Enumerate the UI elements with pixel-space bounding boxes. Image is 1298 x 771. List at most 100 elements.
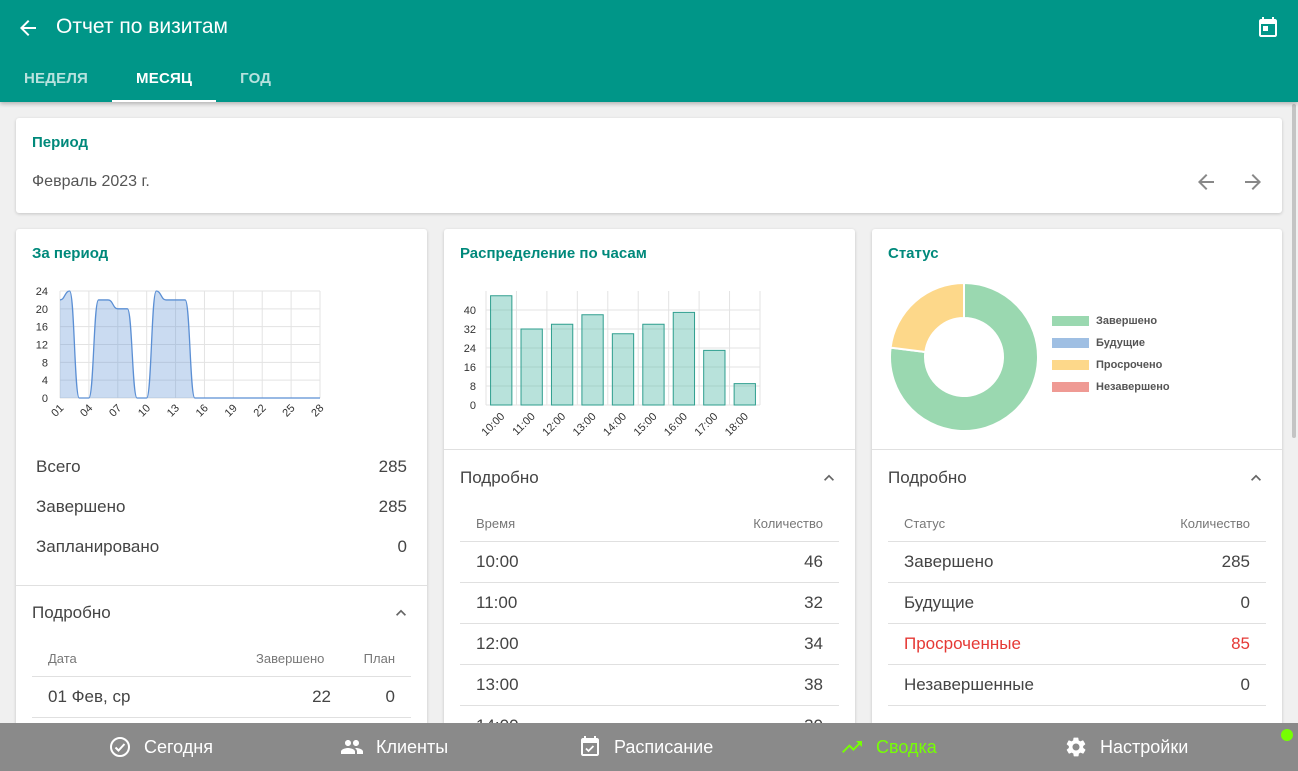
people-icon bbox=[341, 740, 363, 754]
status-title: Статус bbox=[888, 245, 939, 262]
hours-title: Распределение по часам bbox=[460, 245, 647, 262]
table-header: Время Количество bbox=[460, 506, 839, 542]
y-tick-label: 40 bbox=[464, 305, 476, 317]
divider bbox=[872, 449, 1282, 450]
table-row: Завершено 285 bbox=[888, 542, 1266, 583]
nav-label: Расписание bbox=[614, 736, 714, 757]
chevron-up-icon bbox=[824, 474, 834, 481]
details-title: Подробно bbox=[460, 468, 539, 487]
col-date: Дата bbox=[48, 651, 77, 666]
row-count: 85 bbox=[1231, 634, 1250, 653]
row-count: 46 bbox=[804, 552, 823, 571]
tab-month[interactable]: МЕСЯЦ bbox=[112, 54, 217, 102]
y-tick-label: 20 bbox=[36, 304, 48, 316]
nav-label: Сводка bbox=[876, 736, 937, 757]
details-title: Подробно bbox=[888, 468, 967, 487]
nav-settings[interactable]: Настройки bbox=[1064, 723, 1188, 771]
tab-week[interactable]: НЕДЕЛЯ bbox=[0, 54, 112, 102]
pie-slice bbox=[889, 281, 965, 354]
legend-item: Завершено bbox=[1052, 315, 1157, 327]
tab-year[interactable]: ГОД bbox=[216, 54, 295, 102]
next-period-icon[interactable] bbox=[1241, 170, 1265, 194]
nav-label: Настройки bbox=[1100, 736, 1189, 757]
x-tick-label: 22 bbox=[252, 402, 269, 419]
calendar-check-icon bbox=[581, 736, 599, 756]
x-tick-label: 17:00 bbox=[693, 411, 721, 437]
table-header: Дата Завершено План bbox=[32, 641, 411, 677]
details-toggle[interactable]: Подробно bbox=[460, 463, 839, 493]
nav-summary[interactable]: Сводка bbox=[840, 723, 937, 771]
visits-area-chart: 0481216202401 04 07 10 13 16 19 22 25 28 bbox=[36, 286, 327, 419]
divider bbox=[16, 585, 427, 586]
x-tick-label: 14:00 bbox=[601, 411, 629, 437]
legend-swatch bbox=[1052, 338, 1089, 348]
table-row: 12:00 34 bbox=[460, 624, 839, 665]
nav-schedule[interactable]: Расписание bbox=[578, 723, 713, 771]
scrollbar[interactable] bbox=[1292, 104, 1296, 438]
row-time: 13:00 bbox=[476, 675, 519, 694]
legend-item: Будущие bbox=[1052, 337, 1145, 349]
y-tick-label: 32 bbox=[464, 324, 476, 336]
check-circle-icon bbox=[110, 737, 130, 757]
y-tick-label: 0 bbox=[470, 400, 476, 412]
y-tick-label: 24 bbox=[36, 286, 48, 298]
bar bbox=[550, 323, 574, 406]
y-tick-label: 16 bbox=[464, 362, 476, 374]
hours-bar-chart: 0 8 16 24 32 40 10:00 11:00 12:00 13:00 14:00 15:00… bbox=[464, 291, 761, 437]
legend-label: Незавершено bbox=[1096, 381, 1170, 393]
summary-row-completed: Завершено 285 bbox=[36, 487, 407, 527]
table-row: 10:00 46 bbox=[460, 542, 839, 583]
x-tick-label: 11:00 bbox=[510, 411, 537, 437]
row-status: Будущие bbox=[904, 593, 975, 612]
row-status: Просроченные bbox=[904, 634, 1021, 653]
bar bbox=[490, 295, 513, 406]
col-status: Статус bbox=[904, 516, 946, 531]
legend-label: Будущие bbox=[1096, 337, 1146, 349]
details-toggle[interactable]: Подробно bbox=[32, 598, 411, 628]
x-tick-label: 18:00 bbox=[723, 411, 751, 437]
col-plan: План bbox=[363, 651, 395, 666]
row-completed: 22 bbox=[312, 687, 331, 706]
gear-icon bbox=[1066, 737, 1086, 757]
table-row: Просроченные 85 bbox=[888, 624, 1266, 665]
nav-clients[interactable]: Клиенты bbox=[340, 723, 448, 771]
bar bbox=[642, 323, 665, 406]
table-row: Будущие 0 bbox=[888, 583, 1266, 624]
row-time: 12:00 bbox=[476, 634, 519, 653]
y-tick-label: 8 bbox=[470, 381, 476, 393]
x-tick-label: 19 bbox=[223, 402, 240, 419]
back-arrow-icon[interactable] bbox=[16, 16, 40, 40]
period-value: Февраль 2023 г. bbox=[32, 173, 150, 190]
y-tick-label: 4 bbox=[42, 375, 48, 387]
legend-swatch bbox=[1052, 382, 1089, 392]
nav-today[interactable]: Сегодня bbox=[108, 723, 213, 771]
y-tick-label: 0 bbox=[42, 393, 48, 405]
bar bbox=[672, 311, 696, 406]
bar bbox=[581, 314, 604, 406]
summary-row-total: Всего 285 bbox=[36, 447, 407, 487]
row-time: 10:00 bbox=[476, 552, 519, 571]
y-tick-label: 24 bbox=[464, 343, 476, 355]
bar bbox=[733, 383, 756, 406]
row-count: 0 bbox=[1240, 593, 1250, 612]
trending-up-icon bbox=[842, 741, 862, 753]
row-time: 11:00 bbox=[476, 593, 518, 612]
summary-card: За период 0 4 8 12 16 20 24 01 04 07 10 13 16 19 22 25 2… bbox=[16, 229, 427, 749]
x-tick-label: 10 bbox=[136, 402, 153, 419]
page-title: Отчет по визитам bbox=[56, 15, 228, 38]
col-count: Количество bbox=[753, 516, 823, 531]
table-header: Статус Количество bbox=[888, 506, 1266, 542]
legend-swatch bbox=[1052, 316, 1089, 326]
row-status: Незавершенные bbox=[904, 675, 1034, 694]
details-toggle[interactable]: Подробно bbox=[888, 463, 1266, 493]
prev-period-icon[interactable] bbox=[1194, 170, 1218, 194]
calendar-icon[interactable] bbox=[1256, 16, 1280, 40]
chevron-up-icon bbox=[396, 609, 406, 616]
legend-label: Просрочено bbox=[1096, 359, 1163, 371]
x-tick-label: 25 bbox=[280, 402, 297, 419]
legend-swatch bbox=[1052, 360, 1089, 370]
row-count: 38 bbox=[804, 675, 823, 694]
x-tick-label: 07 bbox=[107, 402, 124, 419]
bar bbox=[611, 333, 635, 406]
summary-label: Всего bbox=[36, 457, 81, 476]
